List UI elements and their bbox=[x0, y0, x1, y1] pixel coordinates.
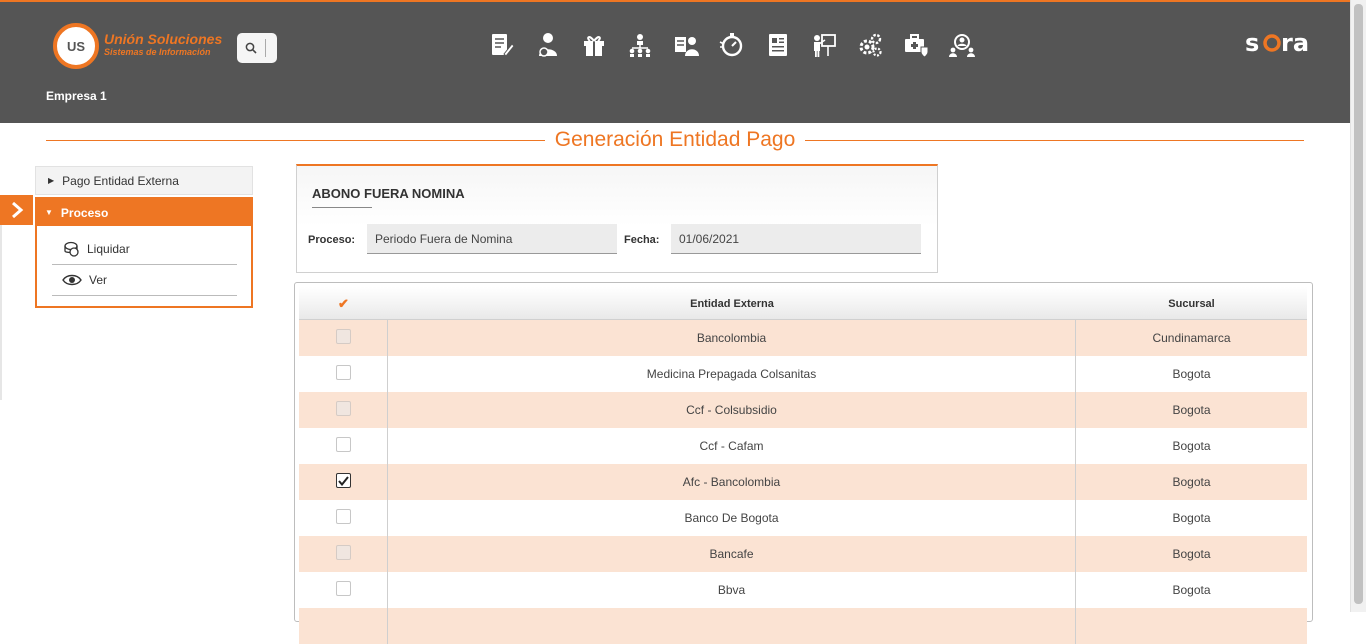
company-logo[interactable]: US Unión Soluciones Sistemas de Informac… bbox=[53, 23, 222, 69]
row-checkbox[interactable] bbox=[335, 581, 351, 596]
logo-badge: US bbox=[53, 23, 99, 69]
cell-entidad: Banco De Bogota bbox=[388, 500, 1076, 536]
group-search-icon[interactable] bbox=[947, 30, 977, 60]
column-header-sucursal[interactable]: Sucursal bbox=[1076, 287, 1307, 320]
proceso-field[interactable]: Periodo Fuera de Nomina bbox=[367, 224, 617, 254]
proceso-label: Proceso: bbox=[308, 234, 356, 246]
cell-sucursal: Bogota bbox=[1172, 475, 1211, 489]
column-header-entidad[interactable]: Entidad Externa bbox=[388, 287, 1076, 320]
row-checkbox[interactable] bbox=[335, 437, 351, 452]
cell-sucursal: Bogota bbox=[1172, 583, 1211, 597]
entidades-table: ✔ Entidad Externa Sucursal Bancolombia Cu… bbox=[294, 282, 1313, 644]
cell-sucursal: Cundinamarca bbox=[1152, 331, 1231, 345]
coins-icon bbox=[64, 241, 79, 257]
caret-right-icon: ▶ bbox=[48, 176, 55, 185]
cell-sucursal: Bogota bbox=[1172, 367, 1211, 381]
cell-entidad: Bancafe bbox=[388, 536, 1076, 572]
org-chart-icon[interactable] bbox=[625, 30, 655, 60]
table-row[interactable]: Bancolombia Cundinamarca bbox=[299, 320, 1307, 356]
select-all-checkmark-icon[interactable]: ✔ bbox=[299, 287, 388, 320]
cell-sucursal: Bogota bbox=[1172, 511, 1211, 525]
row-checkbox[interactable] bbox=[335, 329, 351, 344]
row-checkbox[interactable] bbox=[335, 473, 351, 488]
cell-sucursal: Bogota bbox=[1172, 547, 1211, 561]
cell-entidad: Ccf - Cafam bbox=[388, 428, 1076, 464]
table-header: ✔ Entidad Externa Sucursal bbox=[299, 287, 1307, 320]
person-money-icon[interactable] bbox=[533, 30, 563, 60]
table-row[interactable]: Banco De Bogota Bogota bbox=[299, 500, 1307, 536]
table-row[interactable]: Ccf - Cafam Bogota bbox=[299, 428, 1307, 464]
sidebar-group-proceso: ▼ Proceso Liquidar Ver bbox=[35, 197, 253, 308]
sidebar-item-proceso[interactable]: ▼ Proceso bbox=[37, 199, 251, 226]
row-checkbox[interactable] bbox=[335, 401, 351, 416]
fecha-field[interactable]: 01/06/2021 bbox=[671, 224, 921, 254]
person-id-icon[interactable] bbox=[671, 30, 701, 60]
sara-brand-logo: s ra bbox=[1245, 29, 1319, 61]
logo-tagline: Sistemas de Información bbox=[104, 47, 211, 57]
table-row[interactable]: Bancafe Bogota bbox=[299, 536, 1307, 572]
cell-entidad: Medicina Prepagada Colsanitas bbox=[388, 356, 1076, 392]
report-icon[interactable] bbox=[763, 30, 793, 60]
table-row[interactable]: Afc - Bancolombia Bogota bbox=[299, 464, 1307, 500]
document-edit-icon[interactable] bbox=[487, 30, 517, 60]
table-row[interactable] bbox=[299, 608, 1307, 644]
sidebar-subitem-ver[interactable]: Ver bbox=[52, 265, 237, 296]
sidebar-item-pago-entidad-externa[interactable]: ▶ Pago Entidad Externa bbox=[35, 166, 253, 195]
medical-briefcase-icon[interactable] bbox=[901, 30, 931, 60]
gears-icon[interactable] bbox=[855, 30, 885, 60]
svg-text:ra: ra bbox=[1281, 30, 1309, 56]
row-checkbox[interactable] bbox=[335, 365, 351, 380]
sidebar-subitem-liquidar[interactable]: Liquidar bbox=[52, 234, 237, 265]
cell-entidad: Afc - Bancolombia bbox=[388, 464, 1076, 500]
page-title: Generación Entidad Pago bbox=[554, 128, 796, 151]
table-row[interactable]: Medicina Prepagada Colsanitas Bogota bbox=[299, 356, 1307, 392]
gift-icon[interactable] bbox=[579, 30, 609, 60]
caret-down-icon: ▼ bbox=[45, 208, 53, 217]
process-form-panel: ABONO FUERA NOMINA Proceso: Periodo Fuer… bbox=[296, 164, 938, 273]
cell-sucursal: Bogota bbox=[1172, 403, 1211, 417]
logo-name: Unión Soluciones bbox=[104, 31, 223, 47]
row-checkbox[interactable] bbox=[335, 545, 351, 560]
stopwatch-icon[interactable] bbox=[717, 30, 747, 60]
cell-entidad: Ccf - Colsubsidio bbox=[388, 392, 1076, 428]
chevron-right-icon bbox=[11, 202, 23, 218]
page-scrollbar[interactable] bbox=[1350, 0, 1366, 612]
cell-sucursal: Bogota bbox=[1172, 439, 1211, 453]
cell-entidad: Bbva bbox=[388, 572, 1076, 608]
checkmark-icon bbox=[337, 475, 349, 486]
row-checkbox[interactable] bbox=[335, 509, 351, 524]
page-title-row: Generación Entidad Pago bbox=[46, 127, 1305, 153]
sidebar-toggle[interactable] bbox=[0, 195, 33, 225]
search-button[interactable] bbox=[237, 33, 277, 63]
table-row[interactable]: Ccf - Colsubsidio Bogota bbox=[299, 392, 1307, 428]
form-title: ABONO FUERA NOMINA bbox=[312, 186, 465, 201]
company-name: Empresa 1 bbox=[46, 89, 107, 103]
table-row[interactable]: Bbva Bogota bbox=[299, 572, 1307, 608]
sidebar-menu: ▶ Pago Entidad Externa ▼ Proceso Liquida… bbox=[35, 166, 253, 308]
main-nav bbox=[487, 30, 993, 60]
search-icon bbox=[245, 42, 257, 54]
fecha-label: Fecha: bbox=[624, 234, 660, 246]
cell-entidad: Bancolombia bbox=[388, 320, 1076, 356]
app-header: US Unión Soluciones Sistemas de Informac… bbox=[0, 2, 1350, 123]
svg-text:s: s bbox=[1245, 30, 1259, 56]
eye-icon bbox=[62, 274, 82, 286]
presentation-icon[interactable] bbox=[809, 30, 839, 60]
